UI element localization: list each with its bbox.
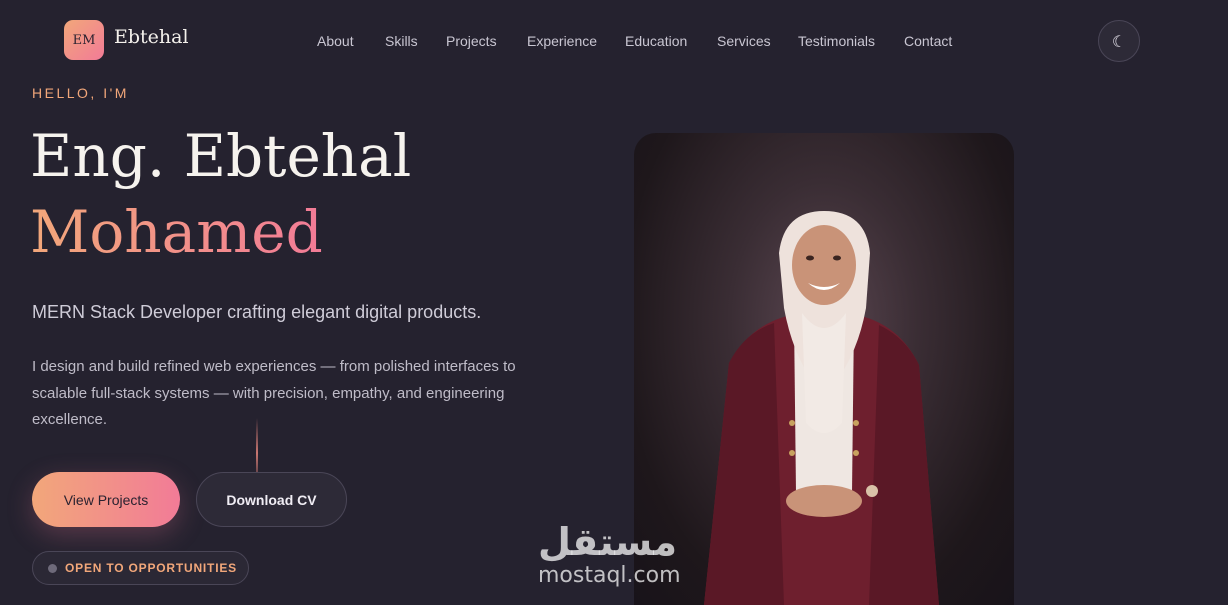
nav-item-services[interactable]: Services <box>717 33 771 49</box>
hero-tagline: MERN Stack Developer crafting elegant di… <box>32 302 482 322</box>
status-dot-icon <box>48 563 57 573</box>
hero-eyebrow: HELLO, I'M <box>32 85 129 101</box>
nav-item-skills[interactable]: Skills <box>385 33 418 49</box>
nav-item-education[interactable]: Education <box>625 33 687 49</box>
nav-item-testimonials[interactable]: Testimonials <box>798 33 875 49</box>
theme-toggle-button[interactable]: ☾ <box>1098 20 1140 62</box>
hero-bio: I design and build refined web experienc… <box>32 358 516 428</box>
logo-name[interactable]: Ebtehal <box>114 26 189 48</box>
status-badge: OPEN TO OPPORTUNITIES <box>32 551 249 585</box>
status-text: OPEN TO OPPORTUNITIES <box>65 561 237 575</box>
watermark: مستقل mostaql.com <box>538 522 681 588</box>
nav-item-projects[interactable]: Projects <box>446 33 497 49</box>
nav-item-experience[interactable]: Experience <box>527 33 597 49</box>
watermark-latin: mostaql.com <box>538 563 681 588</box>
nav-item-about[interactable]: About <box>317 33 354 49</box>
watermark-arabic: مستقل <box>538 520 677 564</box>
download-cv-button[interactable]: Download CV <box>196 472 347 527</box>
portrait-illustration <box>704 211 939 605</box>
nav-item-contact[interactable]: Contact <box>904 33 952 49</box>
hero-name-first: Eng. Ebtehal <box>30 122 412 190</box>
moon-icon: ☾ <box>1111 31 1127 51</box>
logo-initials: EM <box>72 32 96 48</box>
site-header: EM Ebtehal About Skills Projects Experie… <box>0 0 1228 82</box>
hero-name-last: Mohamed <box>30 198 323 266</box>
logo-badge[interactable]: EM <box>64 20 104 60</box>
view-projects-button[interactable]: View Projects <box>32 472 180 527</box>
profile-photo <box>634 133 1014 605</box>
